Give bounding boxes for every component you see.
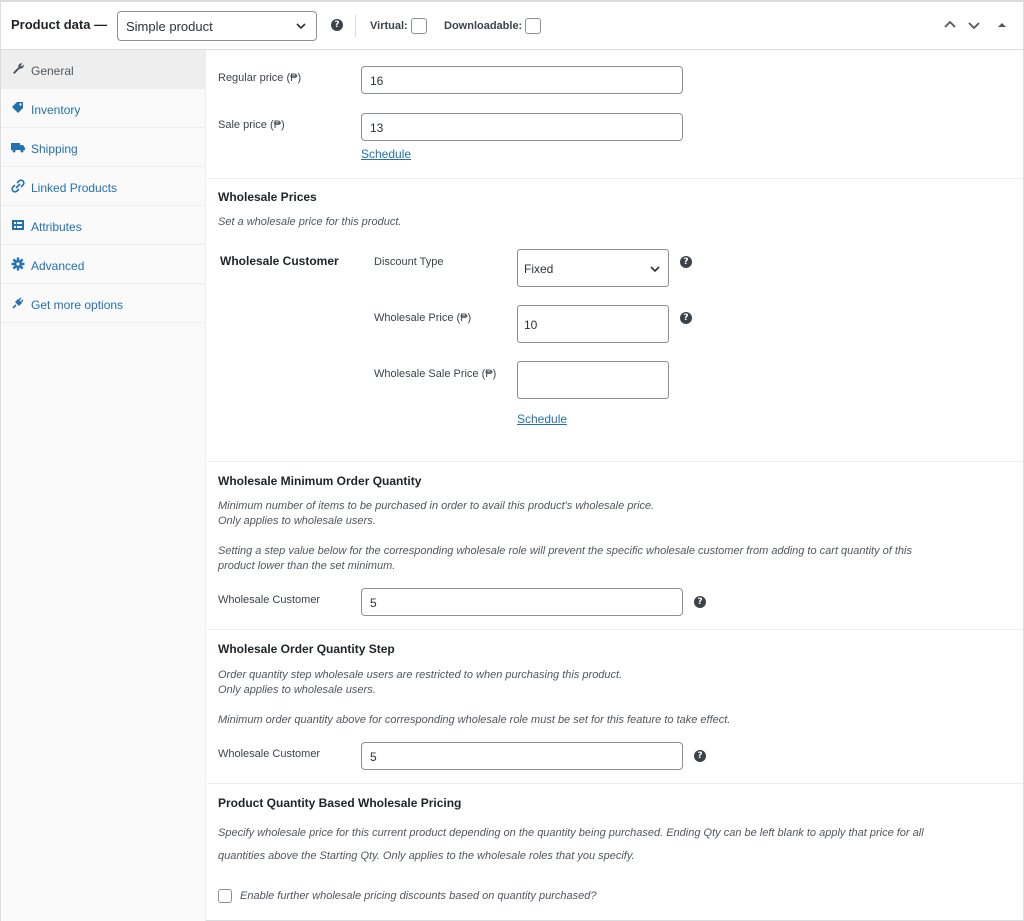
chevron-down-icon: [650, 266, 660, 273]
qty-step-field-label: Wholesale Customer: [218, 748, 321, 760]
qty-pricing-desc-1: Specify wholesale price for this current…: [218, 827, 924, 839]
sale-price-input[interactable]: 13: [361, 113, 683, 141]
wholesale-sale-price-input[interactable]: [517, 361, 669, 399]
qty-step-desc-1: Order quantity step wholesale users are …: [218, 669, 623, 681]
discount-type-label: Discount Type: [374, 256, 444, 268]
discount-type-value: Fixed: [524, 262, 554, 276]
sale-price-label: Sale price (₱): [218, 119, 285, 131]
tab-label: Inventory: [31, 103, 81, 117]
chevron-down-icon[interactable]: [967, 18, 981, 32]
tab-label: General: [31, 64, 74, 78]
regular-price-label: Regular price (₱): [218, 72, 302, 84]
downloadable-checkbox[interactable]: [525, 18, 541, 34]
tag-icon: [12, 102, 23, 113]
wholesale-price-input[interactable]: 10: [517, 305, 669, 343]
gear-icon: [11, 257, 25, 271]
tab-label: Advanced: [31, 259, 85, 273]
product-data-panel: Product data — Simple product ? Virtual:…: [0, 0, 1024, 921]
section-divider: [207, 783, 1023, 784]
virtual-label: Virtual:: [370, 20, 408, 32]
section-divider: [207, 461, 1023, 462]
chevron-up-icon[interactable]: [943, 18, 957, 32]
enable-qty-pricing-checkbox[interactable]: [218, 889, 232, 903]
product-data-tabs: General Inventory Shipping Linked Produc…: [1, 50, 206, 921]
tab-inventory[interactable]: Inventory: [1, 89, 205, 128]
qty-step-value: 5: [370, 750, 377, 764]
min-order-heading: Wholesale Minimum Order Quantity: [218, 474, 422, 488]
wholesale-schedule-link[interactable]: Schedule: [517, 412, 567, 426]
min-order-desc-2: Only applies to wholesale users.: [218, 515, 376, 527]
help-icon[interactable]: ?: [680, 312, 692, 324]
min-order-desc-3: Setting a step value below for the corre…: [218, 545, 912, 557]
wholesale-sale-price-label: Wholesale Sale Price (₱): [374, 368, 497, 380]
downloadable-label: Downloadable:: [444, 20, 523, 32]
qty-step-input[interactable]: 5: [361, 742, 683, 770]
min-order-field-label: Wholesale Customer: [218, 594, 321, 606]
sale-price-value: 13: [370, 121, 384, 135]
qty-pricing-desc-2: quantities above the Starting Qty. Only …: [218, 850, 635, 862]
truck-icon: [11, 143, 25, 153]
product-type-select[interactable]: Simple product: [117, 11, 317, 41]
min-order-desc-4: product lower than the set minimum.: [218, 560, 396, 572]
min-order-value: 5: [370, 596, 377, 610]
wholesale-price-value: 10: [524, 318, 538, 332]
tab-general[interactable]: General: [1, 50, 205, 89]
tab-label: Get more options: [31, 298, 124, 312]
tab-linked-products[interactable]: Linked Products: [1, 167, 205, 206]
sale-schedule-link[interactable]: Schedule: [361, 147, 411, 161]
link-icon: [11, 179, 25, 193]
chevron-down-icon: [296, 23, 306, 30]
qty-pricing-heading: Product Quantity Based Wholesale Pricing: [218, 796, 462, 810]
tab-label: Linked Products: [31, 181, 118, 195]
regular-price-value: 16: [370, 74, 384, 88]
help-icon[interactable]: ?: [331, 19, 343, 31]
regular-price-input[interactable]: 16: [361, 66, 683, 94]
tab-get-more-options[interactable]: Get more options: [1, 284, 205, 323]
tab-label: Attributes: [31, 220, 82, 234]
min-order-input[interactable]: 5: [361, 588, 683, 616]
tab-shipping[interactable]: Shipping: [1, 128, 205, 167]
min-order-desc-1: Minimum number of items to be purchased …: [218, 500, 655, 512]
tab-advanced[interactable]: Advanced: [1, 245, 205, 284]
wholesale-role-label: Wholesale Customer: [220, 254, 339, 268]
list-icon: [12, 220, 24, 230]
qty-step-desc-3: Minimum order quantity above for corresp…: [218, 714, 731, 726]
tab-attributes[interactable]: Attributes: [1, 206, 205, 245]
section-divider: [207, 629, 1023, 630]
toggle-triangle-icon[interactable]: [997, 18, 1007, 32]
virtual-checkbox[interactable]: [411, 18, 427, 34]
panel-controls: [943, 18, 1013, 34]
help-icon[interactable]: ?: [680, 256, 692, 268]
wrench-icon: [13, 63, 24, 74]
enable-qty-pricing-label: Enable further wholesale pricing discoun…: [240, 890, 597, 902]
qty-step-desc-2: Only applies to wholesale users.: [218, 684, 376, 696]
help-icon[interactable]: ?: [694, 596, 706, 608]
section-divider: [207, 178, 1023, 179]
wholesale-price-label: Wholesale Price (₱): [374, 312, 472, 324]
wholesale-prices-description: Set a wholesale price for this product.: [218, 216, 402, 228]
plugin-icon: [12, 297, 24, 309]
wholesale-prices-heading: Wholesale Prices: [218, 190, 317, 204]
general-tab-panel: Regular price (₱) 16 Sale price (₱) 13 S…: [207, 50, 1023, 921]
product-data-header: Product data — Simple product ? Virtual:…: [1, 2, 1023, 50]
header-divider: [355, 15, 356, 37]
product-type-value: Simple product: [126, 19, 213, 34]
qty-step-heading: Wholesale Order Quantity Step: [218, 642, 395, 656]
tab-label: Shipping: [31, 142, 78, 156]
product-data-title: Product data —: [11, 17, 108, 32]
help-icon[interactable]: ?: [694, 750, 706, 762]
discount-type-select[interactable]: Fixed: [517, 249, 669, 287]
